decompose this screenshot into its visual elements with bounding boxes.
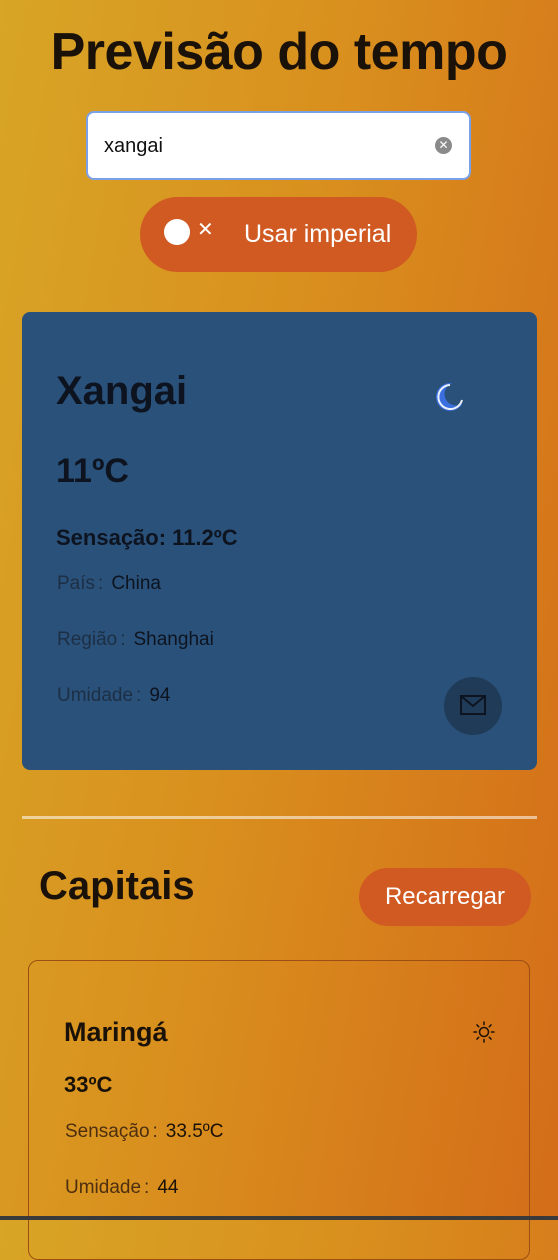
- section-divider: [22, 816, 537, 819]
- clear-icon[interactable]: ✕: [435, 137, 452, 154]
- humidity-separator: :: [136, 685, 142, 706]
- capital-feels-value: 33.5ºC: [165, 1121, 224, 1142]
- sun-icon: [473, 1021, 495, 1043]
- region-separator: :: [120, 629, 126, 650]
- feels-like: Sensação: 11.2ºC: [56, 525, 238, 550]
- humidity-label: Umidade: [57, 685, 134, 706]
- imperial-toggle[interactable]: ✕ Usar imperial: [140, 197, 417, 272]
- country-label: País: [57, 573, 96, 594]
- region-label: Região: [57, 629, 118, 650]
- capital-humidity-separator: :: [144, 1177, 150, 1198]
- region-row: Região: Shanghai: [57, 629, 214, 651]
- mail-icon: [460, 695, 486, 715]
- x-icon: ✕: [197, 219, 214, 241]
- capital-feels-row: Sensação:33.5ºC: [65, 1121, 223, 1143]
- search-input[interactable]: [104, 127, 424, 165]
- toggle-label: Usar imperial: [244, 220, 392, 248]
- window-bottom-edge: [0, 1216, 558, 1220]
- capital-feels-separator: :: [152, 1121, 158, 1142]
- capital-city-name: Maringá: [64, 1017, 168, 1047]
- capital-temperature: 33ºC: [64, 1072, 113, 1097]
- capital-humidity-row: Umidade:44: [65, 1177, 178, 1199]
- capital-humidity-value: 44: [157, 1177, 179, 1198]
- capital-humidity-label: Umidade: [65, 1177, 142, 1198]
- capital-feels-label: Sensação: [65, 1121, 150, 1142]
- country-value: China: [111, 573, 161, 594]
- region-value: Shanghai: [133, 629, 214, 650]
- page-title: Previsão do tempo: [50, 23, 508, 81]
- country-row: País: China: [57, 573, 161, 595]
- city-name: Xangai: [56, 369, 188, 413]
- humidity-row: Umidade:94: [57, 685, 170, 707]
- share-mail-button[interactable]: [444, 677, 502, 735]
- capitals-title: Capitais: [39, 864, 195, 908]
- current-weather-card: Xangai 11ºC Sensação: 11.2ºC País: China …: [22, 312, 537, 770]
- capital-card: Maringá 33ºC Sensação:33.5ºC Umidade:44: [28, 960, 530, 1260]
- toggle-knob[interactable]: [164, 219, 190, 245]
- country-separator: :: [98, 573, 104, 594]
- temperature: 11ºC: [56, 452, 129, 490]
- search-box[interactable]: ✕: [86, 111, 471, 180]
- humidity-value: 94: [149, 685, 171, 706]
- moon-icon: [436, 382, 468, 411]
- reload-button[interactable]: Recarregar: [359, 868, 531, 926]
